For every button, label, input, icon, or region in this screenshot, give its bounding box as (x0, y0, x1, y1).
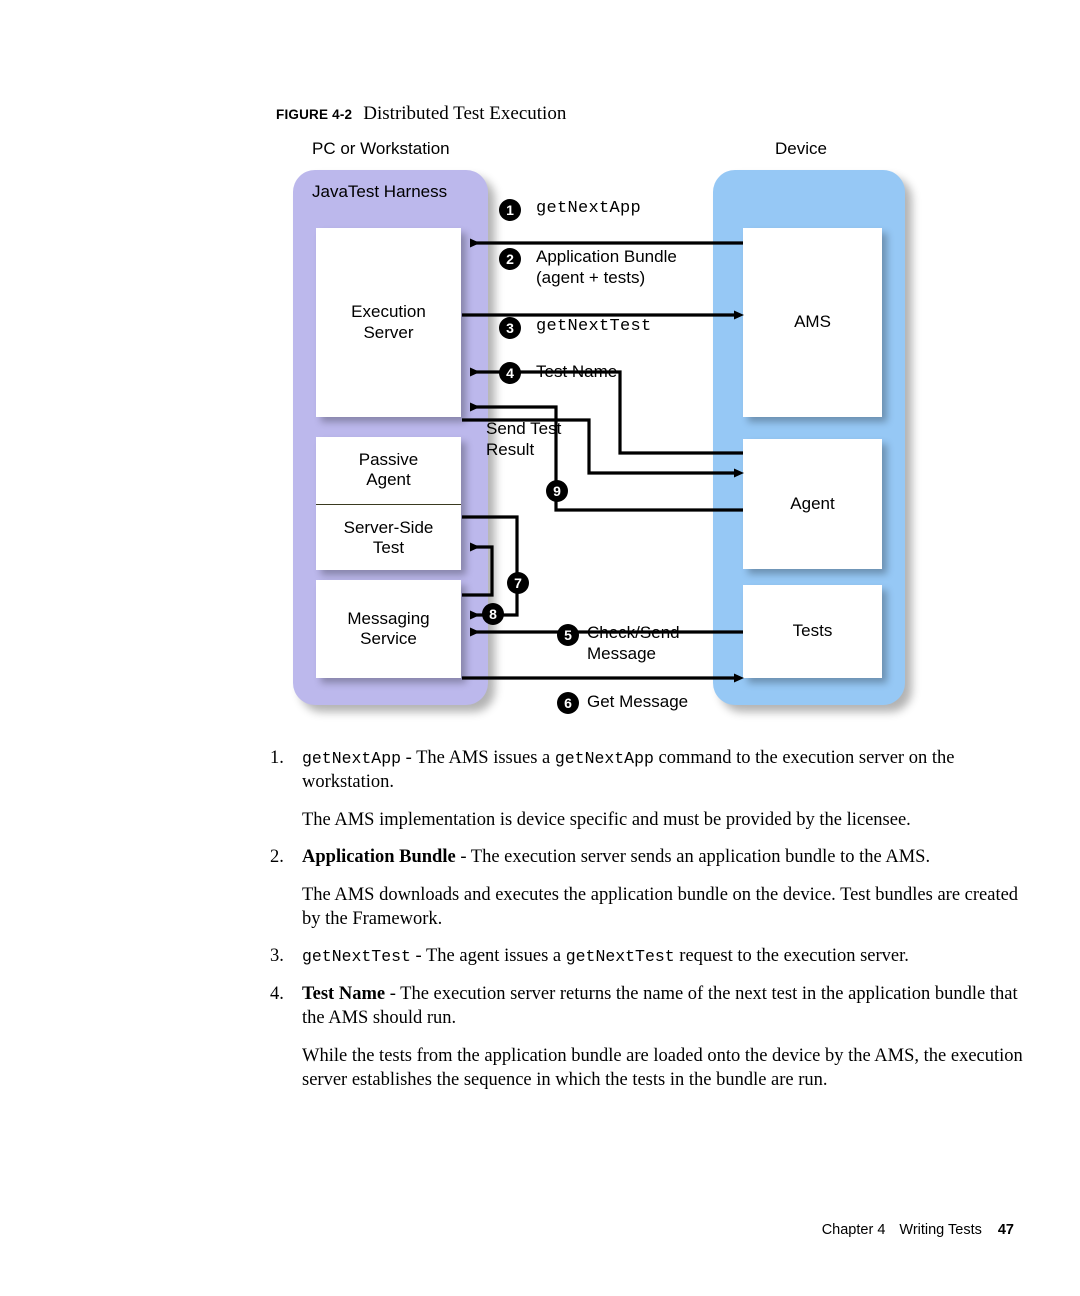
step-item: 3. getNextTest - The agent issues a getNe… (270, 944, 1030, 968)
steps-list: 1. getNextApp - The AMS issues a getNextA… (270, 746, 1030, 1105)
flow-badge-6: 6 (557, 692, 579, 714)
footer-page-number: 47 (997, 1222, 1014, 1238)
arrow-7 (462, 515, 519, 620)
flow-label-6: Get Message (587, 692, 689, 711)
flow-badge-8: 8 (482, 603, 504, 625)
arrow-8 (462, 542, 494, 597)
distributed-test-execution-diagram: PC or Workstation Device JavaTest Harnes… (280, 135, 940, 725)
flow-label-9: Send Test (486, 419, 562, 438)
flow-badge-9: 9 (546, 480, 568, 502)
footer-chapter: Chapter 4 (821, 1222, 886, 1238)
step-number: 4. (270, 983, 284, 1004)
flow-label-2b: (agent + tests) (536, 268, 646, 287)
flow-label-2: Application Bundle (536, 247, 677, 266)
step-item: 1. getNextApp - The AMS issues a getNextA… (270, 746, 1030, 795)
step-term: Test Name (302, 983, 386, 1004)
step-paragraph: The AMS downloads and executes the appli… (302, 884, 1019, 930)
step-text: - The execution server sends an applicat… (455, 847, 931, 868)
figure-title: Distributed Test Execution (363, 103, 567, 124)
flow-label-5: Check/Send (587, 623, 680, 642)
flow-label-4: Test Name (536, 362, 618, 381)
step-text: - The AMS issues a (401, 748, 555, 768)
step-code: getNextTest (565, 947, 675, 967)
step-text: request to the execution server. (674, 946, 909, 967)
step-item: 2. Application Bundle - The execution ser… (270, 845, 1030, 869)
step-term: Application Bundle (302, 847, 456, 868)
footer-section: Writing Tests (899, 1222, 982, 1238)
step-number: 3. (270, 946, 284, 967)
step-code: getNextApp (554, 749, 654, 768)
step-paragraph: The AMS implementation is device specifi… (302, 809, 911, 830)
flow-badge-2: 2 (499, 248, 521, 270)
step-code: getNextApp (302, 749, 402, 768)
flow-label-9b: Result (486, 440, 535, 459)
flow-badge-5: 5 (557, 624, 579, 646)
step-paragraph: While the tests from the application bun… (302, 1045, 1023, 1091)
flow-badge-3: 3 (499, 317, 521, 339)
figure-caption: FIGURE 4-2 Distributed Test Execution (276, 103, 566, 125)
step-text: - The execution server returns the name … (302, 983, 1018, 1029)
step-text: - The agent issues a (410, 946, 566, 967)
flow-label-3: getNextTest (536, 317, 652, 336)
flow-label-1: getNextApp (536, 199, 642, 218)
page-footer: Chapter 4 Writing Tests 47 (822, 1222, 1014, 1238)
step-number: 2. (270, 847, 284, 868)
flow-badge-4: 4 (499, 362, 521, 384)
figure-label: FIGURE 4-2 (276, 107, 353, 122)
step-number: 1. (270, 748, 284, 768)
step-item: 4. Test Name - The execution server retu… (270, 982, 1030, 1031)
flow-badge-7: 7 (507, 572, 529, 594)
flow-label-5b: Message (587, 644, 656, 663)
step-code: getNextTest (302, 947, 411, 967)
flow-badge-1: 1 (499, 199, 521, 221)
